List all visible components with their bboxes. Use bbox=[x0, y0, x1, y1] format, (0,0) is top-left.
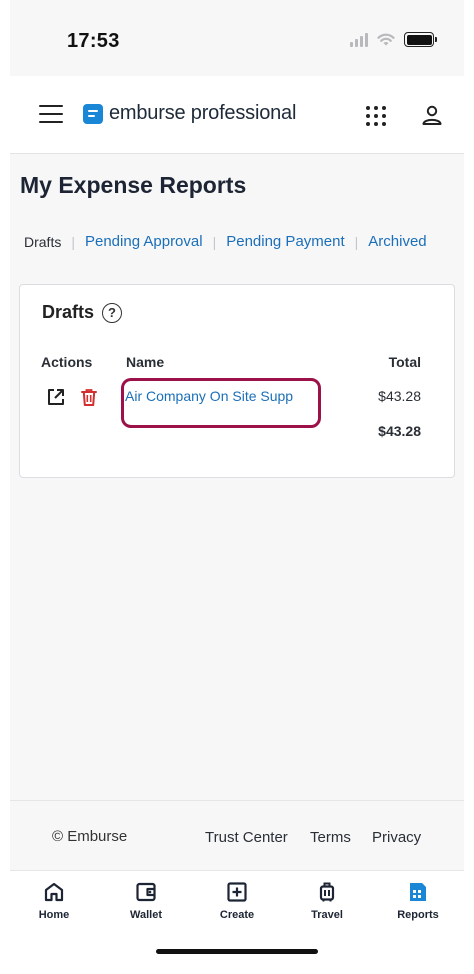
bottom-tab-bar: Home Wallet Create Travel Reports bbox=[10, 870, 464, 974]
home-indicator bbox=[156, 949, 318, 954]
delete-trash-icon[interactable] bbox=[79, 387, 99, 407]
tab-separator: | bbox=[212, 233, 217, 250]
tab-archived[interactable]: Archived bbox=[368, 233, 426, 250]
report-status-tabs: Drafts | Pending Approval | Pending Paym… bbox=[24, 233, 427, 250]
column-header-name: Name bbox=[126, 354, 165, 370]
drafts-card-title: Drafts ? bbox=[42, 302, 123, 323]
brand-name: emburse professional bbox=[109, 102, 297, 124]
nav-travel-label: Travel bbox=[311, 909, 343, 921]
status-time: 17:53 bbox=[67, 30, 120, 52]
nav-create[interactable]: Create bbox=[199, 881, 275, 921]
emburse-logo-icon bbox=[83, 103, 103, 124]
wifi-icon bbox=[377, 33, 395, 46]
battery-icon bbox=[404, 32, 437, 47]
app-frame: 17:53 emburse professional My Expense Re… bbox=[10, 0, 464, 974]
open-external-icon[interactable] bbox=[46, 387, 66, 407]
brand-logo: emburse professional bbox=[83, 102, 296, 125]
signal-icon bbox=[350, 32, 368, 47]
column-header-total: Total bbox=[388, 354, 421, 370]
app-header: emburse professional bbox=[10, 76, 464, 154]
trust-center-link[interactable]: Trust Center bbox=[205, 829, 288, 846]
luggage-icon bbox=[319, 882, 335, 902]
page-footer: © Emburse Trust Center Terms Privacy bbox=[10, 800, 464, 870]
page-title: My Expense Reports bbox=[20, 172, 247, 198]
tab-pending-payment[interactable]: Pending Payment bbox=[226, 233, 344, 250]
home-icon bbox=[44, 882, 64, 902]
menu-icon[interactable] bbox=[38, 103, 64, 125]
tab-separator: | bbox=[71, 233, 75, 250]
nav-wallet[interactable]: Wallet bbox=[108, 881, 184, 921]
nav-travel[interactable]: Travel bbox=[289, 881, 365, 921]
tab-drafts[interactable]: Drafts bbox=[24, 234, 61, 250]
help-icon[interactable]: ? bbox=[102, 302, 123, 323]
wallet-icon bbox=[136, 882, 156, 902]
drafts-heading: Drafts bbox=[42, 302, 95, 322]
tab-separator: | bbox=[354, 233, 359, 250]
report-total: $43.28 bbox=[378, 388, 421, 404]
status-bar: 17:53 bbox=[10, 0, 464, 76]
drafts-card: Drafts ? Actions Name Total Air Company … bbox=[19, 284, 455, 478]
nav-wallet-label: Wallet bbox=[130, 909, 162, 921]
nav-reports-label: Reports bbox=[397, 909, 439, 921]
add-box-icon bbox=[227, 882, 247, 902]
copyright-text: © Emburse bbox=[52, 828, 128, 845]
status-icons bbox=[350, 32, 437, 47]
nav-create-label: Create bbox=[219, 909, 255, 921]
highlight-annotation bbox=[121, 378, 321, 428]
nav-home[interactable]: Home bbox=[16, 881, 92, 921]
privacy-link[interactable]: Privacy bbox=[372, 829, 421, 846]
apps-grid-icon[interactable] bbox=[366, 106, 386, 126]
reports-icon bbox=[410, 883, 426, 901]
column-header-actions: Actions bbox=[41, 354, 93, 370]
nav-reports[interactable]: Reports bbox=[380, 881, 456, 921]
user-profile-icon[interactable] bbox=[421, 104, 443, 126]
nav-home-label: Home bbox=[38, 909, 70, 921]
terms-link[interactable]: Terms bbox=[310, 829, 351, 846]
tab-pending-approval[interactable]: Pending Approval bbox=[85, 233, 203, 250]
grand-total: $43.28 bbox=[378, 423, 421, 439]
